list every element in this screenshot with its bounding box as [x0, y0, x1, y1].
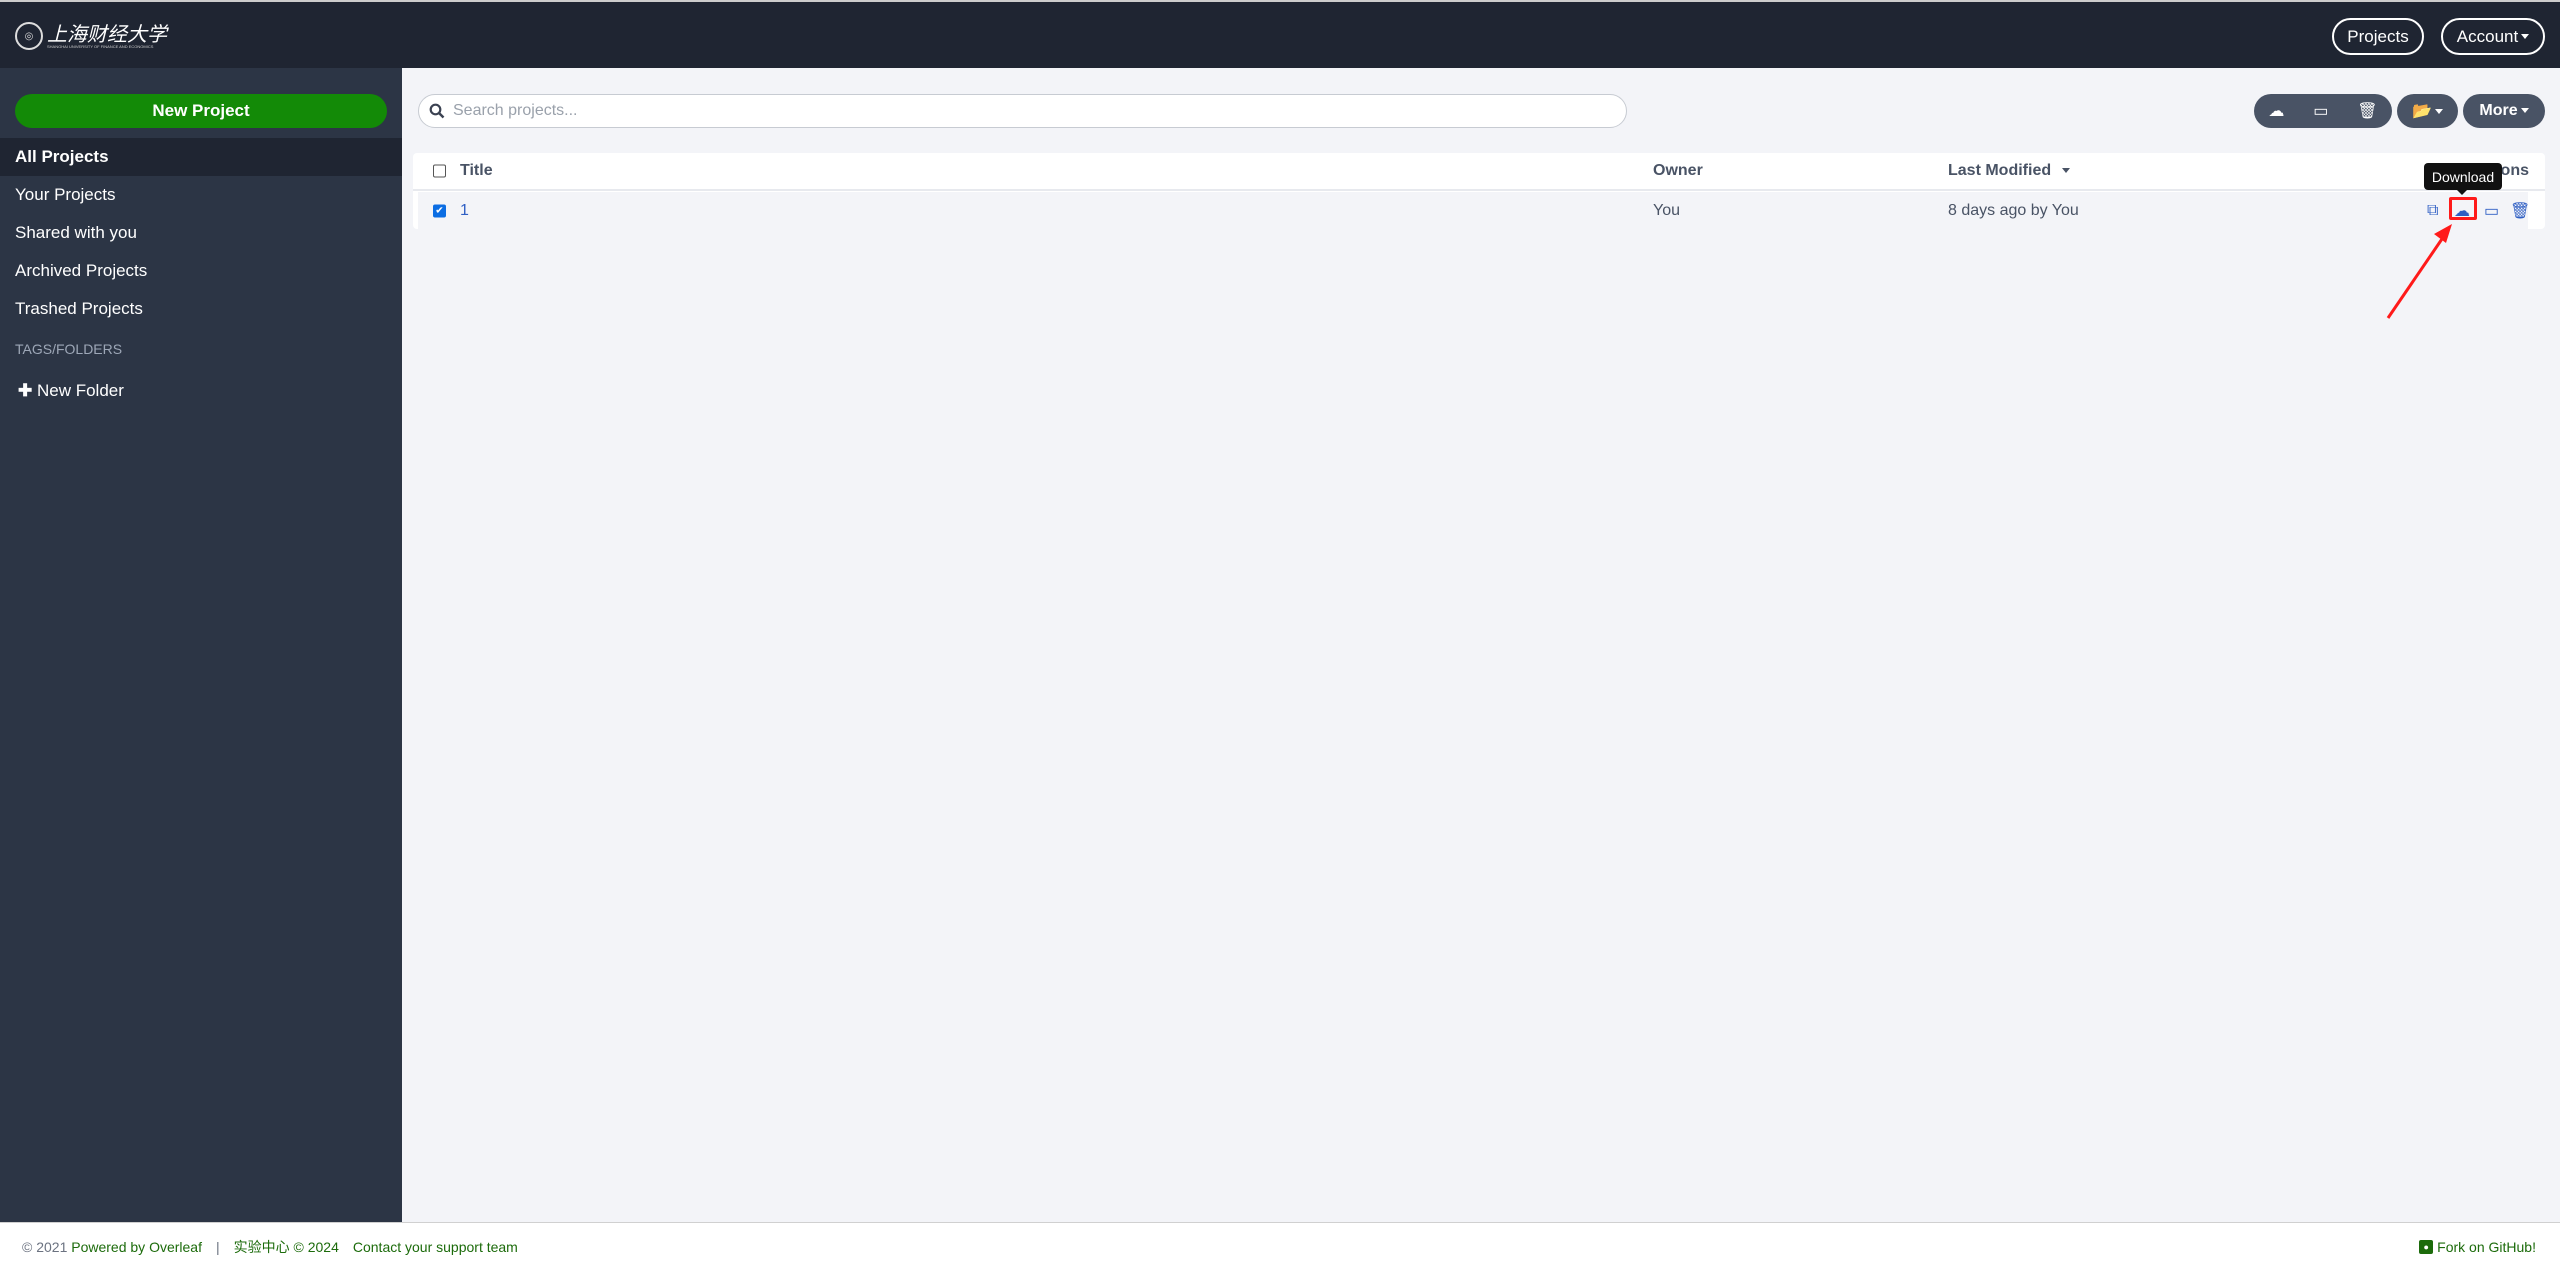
contact-support-link[interactable]: Contact your support team: [353, 1239, 518, 1255]
annotation-arrow: [2386, 224, 2452, 319]
footer: © 2021 Powered by Overleaf | 实验中心 © 2024…: [0, 1222, 2560, 1271]
lab-center-link[interactable]: 实验中心: [234, 1237, 290, 1257]
github-icon: ●: [2419, 1240, 2434, 1254]
fork-github-link[interactable]: ● Fork on GitHub!: [2419, 1239, 2536, 1255]
powered-by-link[interactable]: Powered by Overleaf: [71, 1239, 202, 1255]
